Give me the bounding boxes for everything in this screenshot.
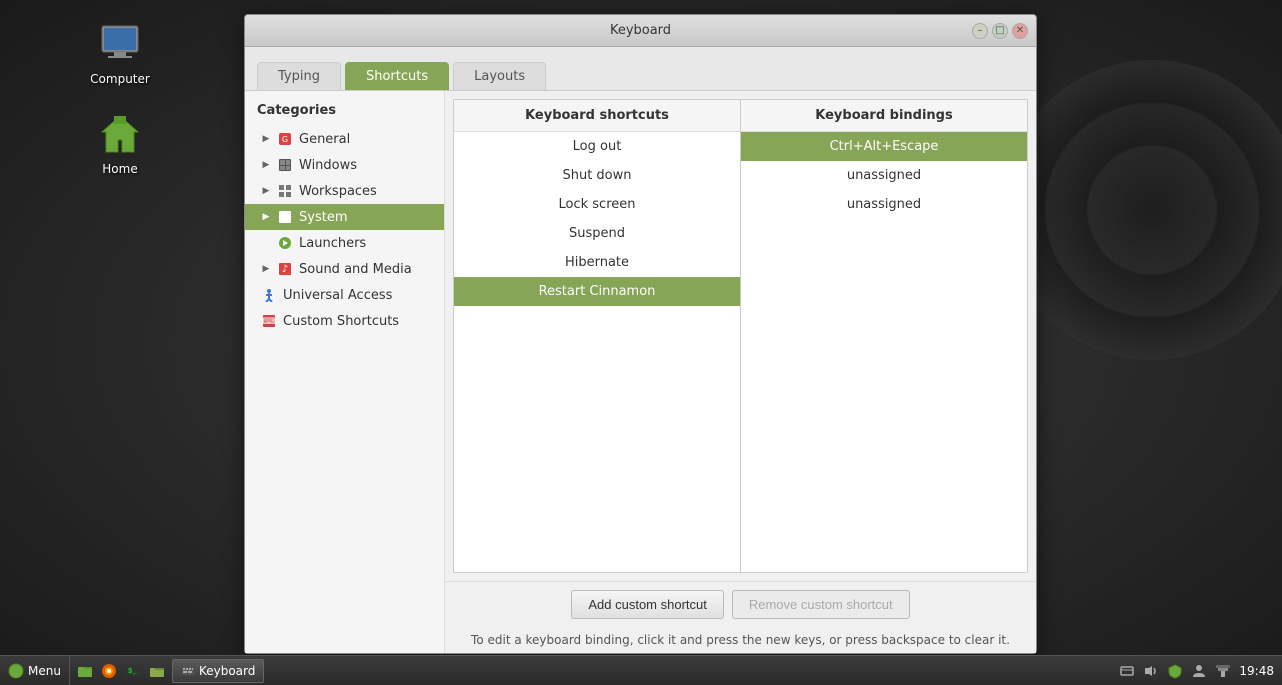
monitor-icon	[96, 20, 144, 68]
menu-label: Menu	[28, 664, 61, 678]
custom-shortcuts-icon: ⌨	[261, 313, 277, 329]
keyboard-window: Keyboard – □ ✕ Typing Shortcuts Layouts …	[244, 14, 1037, 654]
vinyl-decoration	[1002, 60, 1282, 360]
clock: 19:48	[1239, 664, 1274, 678]
keyboard-taskbar-icon	[181, 664, 195, 678]
shortcut-hibernate[interactable]: Hibernate	[454, 248, 740, 277]
desktop-icon-home[interactable]: Home	[80, 110, 160, 176]
binding-unassigned-2[interactable]: unassigned	[741, 190, 1027, 219]
sidebar-item-label-universal: Universal Access	[283, 288, 392, 303]
sidebar-item-universal-access[interactable]: Universal Access	[245, 282, 444, 308]
add-custom-shortcut-button[interactable]: Add custom shortcut	[571, 590, 724, 619]
sidebar-item-workspaces[interactable]: ▶ Workspaces	[245, 178, 444, 204]
shortcuts-list-pane: Keyboard shortcuts Log out Shut down Loc…	[454, 100, 741, 572]
sidebar-item-label-general: General	[299, 132, 350, 147]
shortcut-lock-screen[interactable]: Lock screen	[454, 190, 740, 219]
bindings-header: Keyboard bindings	[741, 100, 1027, 132]
bindings-pane: Keyboard bindings Ctrl+Alt+Escape unassi…	[741, 100, 1027, 572]
shortcut-suspend[interactable]: Suspend	[454, 219, 740, 248]
tab-layouts[interactable]: Layouts	[453, 62, 546, 90]
security-icon	[1167, 663, 1183, 679]
general-icon: G	[277, 131, 293, 147]
remove-custom-shortcut-button[interactable]: Remove custom shortcut	[732, 590, 910, 619]
bindings-list: Ctrl+Alt+Escape unassigned unassigned	[741, 132, 1027, 572]
binding-ctrl-alt-escape[interactable]: Ctrl+Alt+Escape	[741, 132, 1027, 161]
universal-access-icon	[261, 287, 277, 303]
sidebar-item-launchers[interactable]: Launchers	[245, 230, 444, 256]
home-icon-label: Home	[102, 162, 137, 176]
svg-text:⌨: ⌨	[263, 317, 276, 327]
sidebar-item-system[interactable]: ▶ System	[245, 204, 444, 230]
shortcut-log-out[interactable]: Log out	[454, 132, 740, 161]
connection-icon	[1215, 663, 1231, 679]
svg-text:$_: $_	[128, 668, 137, 676]
windows-icon	[277, 157, 293, 173]
taskbar-terminal-icon[interactable]: $_	[122, 660, 144, 682]
hint-text: To edit a keyboard binding, click it and…	[445, 627, 1036, 653]
arrow-system: ▶	[261, 212, 271, 222]
sidebar-item-windows[interactable]: ▶ Windows	[245, 152, 444, 178]
svg-text:G: G	[282, 135, 288, 144]
tab-bar: Typing Shortcuts Layouts	[245, 47, 1036, 91]
titlebar: Keyboard – □ ✕	[245, 15, 1036, 47]
binding-unassigned-1[interactable]: unassigned	[741, 161, 1027, 190]
bottom-bar: Add custom shortcut Remove custom shortc…	[445, 581, 1036, 627]
main-panel: Keyboard shortcuts Log out Shut down Loc…	[445, 91, 1036, 653]
sidebar-item-custom-shortcuts[interactable]: ⌨ Custom Shortcuts	[245, 308, 444, 334]
taskbar-right: 19:48	[1111, 663, 1282, 679]
menu-icon	[8, 663, 24, 679]
sidebar-item-label-windows: Windows	[299, 158, 357, 173]
taskbar-filemanager-icon[interactable]	[74, 660, 96, 682]
sidebar-item-label-custom: Custom Shortcuts	[283, 314, 399, 329]
tab-shortcuts[interactable]: Shortcuts	[345, 62, 449, 90]
computer-icon-label: Computer	[90, 72, 150, 86]
home-folder-icon	[96, 110, 144, 158]
user-icon	[1191, 663, 1207, 679]
sidebar-item-label-system: System	[299, 210, 347, 225]
taskbar-menu-button[interactable]: Menu	[0, 656, 70, 685]
shortcuts-header: Keyboard shortcuts	[454, 100, 740, 132]
taskbar-window-keyboard[interactable]: Keyboard	[172, 659, 264, 683]
shortcuts-area: Keyboard shortcuts Log out Shut down Loc…	[453, 99, 1028, 573]
sound-icon: ♪	[277, 261, 293, 277]
maximize-button[interactable]: □	[992, 23, 1008, 39]
sidebar-item-general[interactable]: ▶ G General	[245, 126, 444, 152]
arrow-windows: ▶	[261, 160, 271, 170]
taskbar-window-label: Keyboard	[199, 664, 255, 678]
taskbar-browser-icon[interactable]	[98, 660, 120, 682]
shortcuts-list: Log out Shut down Lock screen Suspend Hi…	[454, 132, 740, 572]
sidebar-item-sound-media[interactable]: ▶ ♪ Sound and Media	[245, 256, 444, 282]
launchers-icon	[277, 235, 293, 251]
svg-text:♪: ♪	[282, 264, 288, 275]
window-title: Keyboard	[610, 23, 671, 38]
taskbar: Menu $_ Keyboard	[0, 655, 1282, 685]
close-button[interactable]: ✕	[1012, 23, 1028, 39]
arrow-workspaces: ▶	[261, 186, 271, 196]
desktop-icon-computer[interactable]: Computer	[80, 20, 160, 86]
sidebar-item-label-workspaces: Workspaces	[299, 184, 377, 199]
system-icon	[277, 209, 293, 225]
sidebar-item-label-sound: Sound and Media	[299, 262, 412, 277]
arrow-sound: ▶	[261, 264, 271, 274]
sidebar: Categories ▶ G General ▶ Windows ▶	[245, 91, 445, 653]
taskbar-folder-icon[interactable]	[146, 660, 168, 682]
tab-typing[interactable]: Typing	[257, 62, 341, 90]
volume-icon	[1143, 663, 1159, 679]
workspaces-icon	[277, 183, 293, 199]
network-icon	[1119, 663, 1135, 679]
categories-header: Categories	[245, 99, 444, 126]
window-content: Categories ▶ G General ▶ Windows ▶	[245, 91, 1036, 653]
shortcut-restart-cinnamon[interactable]: Restart Cinnamon	[454, 277, 740, 306]
arrow-general: ▶	[261, 134, 271, 144]
taskbar-quick-launch: $_	[70, 656, 172, 685]
sidebar-item-label-launchers: Launchers	[299, 236, 366, 251]
minimize-button[interactable]: –	[972, 23, 988, 39]
shortcut-shut-down[interactable]: Shut down	[454, 161, 740, 190]
window-controls: – □ ✕	[972, 23, 1028, 39]
